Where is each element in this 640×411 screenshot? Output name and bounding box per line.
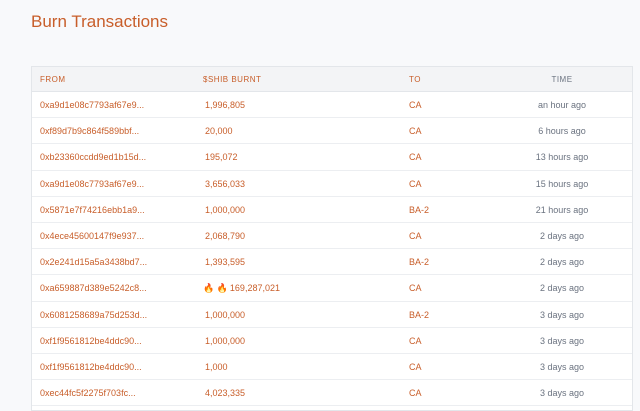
to-destination-link[interactable]: CA bbox=[409, 100, 422, 110]
table-row: 0xa9d1e08c7793af67e9... 3,656,033 CA 15 hou… bbox=[32, 171, 632, 197]
from-address-link[interactable]: 0xf89d7b9c864f589bbf... bbox=[40, 126, 139, 136]
amount-value[interactable]: 195,072 bbox=[205, 152, 238, 162]
amount-burnt: 1,996,805 bbox=[203, 100, 245, 110]
from-address-link[interactable]: 0xb23360ccdd9ed1b15d... bbox=[40, 152, 146, 162]
from-address-link[interactable]: 0xf1f9561812be4ddc90... bbox=[40, 362, 142, 372]
time-ago: 21 hours ago bbox=[535, 204, 589, 215]
to-destination-link[interactable]: BA-2 bbox=[409, 257, 429, 267]
header-from: FROM bbox=[40, 75, 66, 84]
to-destination-link[interactable]: CA bbox=[409, 388, 422, 398]
header-shib-burnt: $SHIB BURNT bbox=[203, 75, 262, 84]
time-ago: 2 days ago bbox=[539, 283, 585, 294]
from-address-link[interactable]: 0x5871e7f74216ebb1a9... bbox=[40, 205, 145, 215]
from-address-link[interactable]: 0xec44fc5f2275f703fc... bbox=[40, 388, 136, 398]
to-destination-link[interactable]: CA bbox=[409, 126, 422, 136]
to-destination-link[interactable]: CA bbox=[409, 283, 422, 293]
table-row: 0xec44fc5f2275f703fc... 4,023,335 CA 3 days… bbox=[32, 380, 632, 407]
time-ago: 15 hours ago bbox=[535, 178, 589, 189]
time-ago: 3 days ago bbox=[539, 388, 585, 399]
table-row: 0xa9d1e08c7793af67e9... 1,996,805 CA an hou… bbox=[32, 92, 632, 119]
table-row: 0x5871e7f74216ebb1a9... 1,000,000 BA-2 21 h… bbox=[32, 197, 632, 223]
table-header: FROM $SHIB BURNT TO TIME bbox=[32, 67, 632, 92]
burn-transactions-table: FROM $SHIB BURNT TO TIME 0xa9d1e08c7793a… bbox=[31, 66, 633, 411]
table-row: 0xb23360ccdd9ed1b15d... 195,072 CA 13 hours… bbox=[32, 144, 632, 171]
time-ago: 3 days ago bbox=[539, 361, 585, 372]
time-ago: 6 hours ago bbox=[538, 126, 586, 137]
from-address-link[interactable]: 0x2e241d15a5a3438bd7... bbox=[40, 257, 147, 267]
amount-burnt: 1,000,000 bbox=[203, 336, 245, 346]
amount-value[interactable]: 1,000,000 bbox=[205, 205, 245, 215]
amount-value[interactable]: 3,656,033 bbox=[205, 179, 245, 189]
time-ago: 2 days ago bbox=[539, 230, 585, 241]
table-body: 0xa9d1e08c7793af67e9... 1,996,805 CA an hou… bbox=[32, 92, 632, 407]
amount-value[interactable]: 1,996,805 bbox=[205, 100, 245, 110]
page-title: Burn Transactions bbox=[31, 12, 169, 31]
from-address-link[interactable]: 0xf1f9561812be4ddc90... bbox=[40, 336, 142, 346]
table-row: 0x2e241d15a5a3438bd7... 1,393,595 BA-2 2 da… bbox=[32, 249, 632, 276]
amount-value[interactable]: 4,023,335 bbox=[205, 388, 245, 398]
from-address-link[interactable]: 0xa659887d389e5242c8... bbox=[40, 283, 147, 293]
amount-burnt: 195,072 bbox=[203, 152, 238, 162]
amount-value[interactable]: 1,000,000 bbox=[205, 310, 245, 320]
to-destination-link[interactable]: CA bbox=[409, 231, 422, 241]
time-ago: 3 days ago bbox=[539, 335, 585, 346]
to-destination-link[interactable]: CA bbox=[409, 152, 422, 162]
time-ago: 2 days ago bbox=[539, 257, 585, 268]
amount-burnt: 1,000,000 bbox=[203, 310, 245, 320]
table-row: 0x6081258689a75d253d... 1,000,000 BA-2 3 da… bbox=[32, 302, 632, 328]
fire-icon: 🔥 🔥 bbox=[203, 283, 228, 294]
from-address-link[interactable]: 0xa9d1e08c7793af67e9... bbox=[40, 179, 144, 189]
from-address-link[interactable]: 0xa9d1e08c7793af67e9... bbox=[40, 100, 144, 110]
from-address-link[interactable]: 0x6081258689a75d253d... bbox=[40, 310, 147, 320]
to-destination-link[interactable]: BA-2 bbox=[409, 205, 429, 215]
table-row: 0x4ece45600147f9e937... 2,068,790 CA 2 days… bbox=[32, 223, 632, 250]
amount-value[interactable]: 2,068,790 bbox=[205, 231, 245, 241]
amount-burnt: 20,000 bbox=[203, 126, 233, 136]
to-destination-link[interactable]: CA bbox=[409, 362, 422, 372]
amount-burnt: 4,023,335 bbox=[203, 388, 245, 398]
amount-value[interactable]: 20,000 bbox=[205, 126, 233, 136]
table-row: 0xf1f9561812be4ddc90... 1,000 CA 3 days ago bbox=[32, 354, 632, 381]
to-destination-link[interactable]: CA bbox=[409, 336, 422, 346]
amount-burnt: 🔥 🔥 169,287,021 bbox=[203, 283, 280, 294]
to-destination-link[interactable]: BA-2 bbox=[409, 310, 429, 320]
table-row: 0xf89d7b9c864f589bbf... 20,000 CA 6 hours a… bbox=[32, 118, 632, 145]
time-ago: an hour ago bbox=[537, 100, 587, 110]
header-time: TIME bbox=[551, 75, 573, 84]
time-ago: 3 days ago bbox=[539, 309, 585, 320]
table-row: 0xf1f9561812be4ddc90... 1,000,000 CA 3 days… bbox=[32, 328, 632, 354]
amount-burnt: 1,000,000 bbox=[203, 205, 245, 215]
amount-value[interactable]: 1,000 bbox=[205, 362, 228, 372]
to-destination-link[interactable]: CA bbox=[409, 179, 422, 189]
amount-burnt: 1,000 bbox=[203, 362, 228, 372]
table-row: 0xa659887d389e5242c8... 🔥 🔥 169,287,021 CA 2… bbox=[32, 275, 632, 302]
time-ago: 13 hours ago bbox=[535, 152, 589, 163]
amount-value[interactable]: 169,287,021 bbox=[230, 283, 280, 293]
header-to: TO bbox=[409, 75, 421, 84]
amount-burnt: 1,393,595 bbox=[203, 257, 245, 267]
amount-burnt: 3,656,033 bbox=[203, 179, 245, 189]
amount-value[interactable]: 1,000,000 bbox=[205, 336, 245, 346]
amount-burnt: 2,068,790 bbox=[203, 231, 245, 241]
amount-value[interactable]: 1,393,595 bbox=[205, 257, 245, 267]
from-address-link[interactable]: 0x4ece45600147f9e937... bbox=[40, 231, 144, 241]
